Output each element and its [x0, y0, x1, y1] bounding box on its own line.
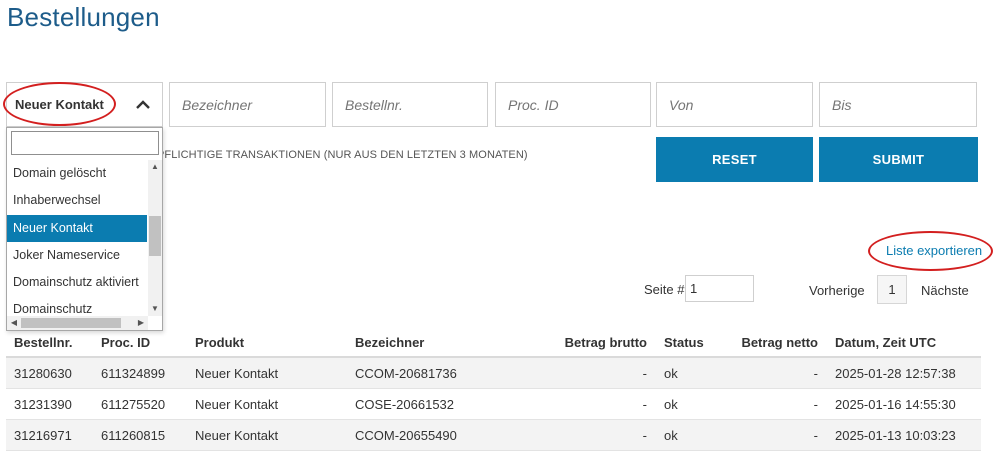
cell-status: ok	[664, 428, 678, 443]
type-dropdown-panel: Domain gelöscht Inhaberwechsel Neuer Kon…	[6, 127, 163, 331]
cell-datum: 2025-01-13 10:03:23	[835, 428, 956, 443]
dropdown-vertical-scrollbar[interactable]: ▲ ▼	[148, 160, 162, 316]
bestellnr-input[interactable]	[332, 82, 488, 127]
page-number-input[interactable]	[685, 275, 754, 302]
page-label: Seite #	[644, 282, 685, 297]
bezeichner-input[interactable]	[169, 82, 326, 127]
cell-produkt: Neuer Kontakt	[195, 428, 279, 443]
next-page-button[interactable]: Nächste	[921, 283, 969, 298]
table-row: 31280630 611324899 Neuer Kontakt CCOM-20…	[6, 358, 981, 389]
header-bestellnr[interactable]: Bestellnr.	[14, 327, 73, 358]
header-betrag-brutto[interactable]: Betrag brutto	[551, 327, 647, 358]
dropdown-option[interactable]: Inhaberwechsel	[7, 187, 147, 214]
cell-bezeichner: CCOM-20681736	[355, 366, 457, 381]
annotation-ellipse	[3, 82, 116, 126]
cell-datum: 2025-01-28 12:57:38	[835, 366, 956, 381]
chevron-up-icon	[136, 98, 150, 112]
scroll-right-arrow-icon[interactable]: ▶	[134, 317, 148, 329]
previous-page-button[interactable]: Vorherige	[809, 283, 865, 298]
cell-betrag-netto: -	[813, 366, 818, 381]
reset-button[interactable]: RESET	[656, 137, 813, 182]
header-datum[interactable]: Datum, Zeit UTC	[835, 327, 936, 358]
cell-betrag-netto: -	[813, 428, 818, 443]
dropdown-option[interactable]: Joker Nameservice	[7, 242, 147, 269]
cell-produkt: Neuer Kontakt	[195, 366, 279, 381]
bis-date-input[interactable]	[819, 82, 977, 127]
cell-datum: 2025-01-16 14:55:30	[835, 397, 956, 412]
cell-betrag-brutto: -	[642, 366, 647, 381]
dropdown-option[interactable]: Domainschutz aktiviert	[7, 269, 147, 296]
cell-betrag-netto: -	[813, 397, 818, 412]
current-page-button[interactable]: 1	[877, 275, 907, 304]
submit-button[interactable]: SUBMIT	[819, 137, 978, 182]
cell-proc-id: 611324899	[101, 366, 166, 381]
dropdown-option[interactable]: Domainschutz	[7, 296, 147, 316]
cell-bestellnr: 31231390	[14, 397, 72, 412]
table-header: Bestellnr. Proc. ID Produkt Bezeichner B…	[6, 327, 981, 358]
header-proc-id[interactable]: Proc. ID	[101, 327, 150, 358]
page-title: Bestellungen	[7, 2, 160, 32]
dropdown-search-input[interactable]	[11, 131, 159, 155]
dropdown-option-selected[interactable]: Neuer Kontakt	[7, 214, 147, 242]
header-betrag-netto[interactable]: Betrag netto	[726, 327, 818, 358]
cell-proc-id: 611275520	[101, 397, 166, 412]
dropdown-horizontal-scrollbar[interactable]: ◀ ▶	[7, 316, 148, 330]
header-produkt[interactable]: Produkt	[195, 327, 244, 358]
dropdown-list: Domain gelöscht Inhaberwechsel Neuer Kon…	[7, 160, 147, 316]
proc-id-input[interactable]	[495, 82, 651, 127]
scroll-down-arrow-icon[interactable]: ▼	[148, 303, 162, 315]
scroll-up-arrow-icon[interactable]: ▲	[148, 161, 162, 173]
annotation-ellipse	[868, 231, 993, 271]
filter-note: PFLICHTIGE TRANSAKTIONEN (NUR AUS DEN LE…	[157, 149, 528, 161]
cell-betrag-brutto: -	[642, 397, 647, 412]
cell-status: ok	[664, 397, 678, 412]
cell-produkt: Neuer Kontakt	[195, 397, 279, 412]
table-row: 31231390 611275520 Neuer Kontakt COSE-20…	[6, 389, 981, 420]
header-bezeichner[interactable]: Bezeichner	[355, 327, 424, 358]
cell-status: ok	[664, 366, 678, 381]
orders-table: Bestellnr. Proc. ID Produkt Bezeichner B…	[6, 327, 981, 451]
cell-bestellnr: 31280630	[14, 366, 72, 381]
header-status[interactable]: Status	[664, 327, 704, 358]
cell-proc-id: 611260815	[101, 428, 166, 443]
cell-bezeichner: CCOM-20655490	[355, 428, 457, 443]
cell-bezeichner: COSE-20661532	[355, 397, 455, 412]
table-row: 31216971 611260815 Neuer Kontakt CCOM-20…	[6, 420, 981, 451]
dropdown-option[interactable]: Domain gelöscht	[7, 160, 147, 187]
cell-bestellnr: 31216971	[14, 428, 72, 443]
scroll-left-arrow-icon[interactable]: ◀	[7, 317, 21, 329]
von-date-input[interactable]	[656, 82, 813, 127]
scrollbar-thumb[interactable]	[21, 318, 121, 328]
scrollbar-thumb[interactable]	[149, 216, 161, 256]
cell-betrag-brutto: -	[642, 428, 647, 443]
